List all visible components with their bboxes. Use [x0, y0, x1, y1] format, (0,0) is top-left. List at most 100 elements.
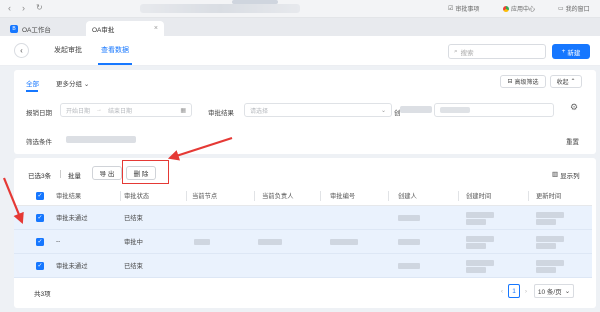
browser-item-label: 审批事项 — [455, 7, 480, 13]
blurred-cell — [194, 239, 210, 245]
show-columns-label: 显示列 — [560, 173, 580, 180]
advanced-filter-button[interactable]: ⊟ 高级筛选 — [500, 75, 546, 88]
selected-count: 已选3条 — [28, 173, 52, 180]
col-divider — [320, 191, 321, 201]
tab-oa-workbench[interactable]: B OA工作台 — [4, 21, 57, 36]
chevron-up-icon: ⌃ — [570, 79, 576, 85]
range-arrow-icon: → — [96, 107, 103, 113]
next-page-icon[interactable]: › — [522, 284, 530, 298]
export-button[interactable]: 导 出 — [92, 166, 122, 180]
col-divider — [458, 191, 459, 201]
blurred-cell — [398, 215, 420, 221]
blurred-conditions — [66, 136, 136, 143]
result-select[interactable]: 请选择 ⌄ — [244, 103, 392, 117]
nav-start-approval[interactable]: 发起审批 — [54, 45, 82, 55]
browser-reload-icon[interactable]: ↻ — [36, 3, 43, 12]
blurred-cell — [466, 267, 486, 273]
creator-select[interactable] — [434, 103, 554, 117]
row-checkbox[interactable]: ✓ — [36, 214, 44, 222]
search-input[interactable]: ⌕ 搜索 — [448, 44, 546, 59]
app-header: ‹ 发起审批 查看数据 ⌕ 搜索 + 新建 — [0, 36, 600, 66]
blurred-cell — [466, 243, 486, 249]
new-button[interactable]: + 新建 — [552, 44, 590, 59]
nav-view-data[interactable]: 查看数据 — [101, 45, 129, 55]
blurred-cell — [466, 219, 486, 225]
filter-tab-more-groups[interactable]: 更多分组 ⌄ — [56, 78, 89, 88]
cell-status: 已结束 — [124, 215, 143, 222]
col-divider — [254, 191, 255, 201]
prev-page-icon[interactable]: ‹ — [498, 284, 506, 298]
table-row[interactable]: ✓ -- 审批中 — [14, 230, 592, 254]
col-approval-no: 审批编号 — [330, 193, 356, 200]
address-bar-blur — [232, 0, 278, 4]
nav-active-indicator — [98, 63, 132, 65]
calendar-icon: ▦ — [180, 107, 186, 114]
filter-tab-all[interactable]: 全部 — [26, 78, 39, 88]
settings-icon[interactable]: ⚙ — [570, 102, 578, 113]
tab-oa-approval[interactable]: OA审批 × — [86, 21, 164, 36]
blurred-cell — [466, 260, 494, 266]
address-bar[interactable] — [140, 4, 300, 13]
app-center-icon — [503, 5, 509, 12]
collapse-button[interactable]: 收起 ⌃ — [550, 75, 582, 88]
col-divider — [120, 191, 121, 201]
browser-item-approvals[interactable]: ☑ 审批事项 — [448, 4, 479, 13]
blurred-field-label — [400, 106, 432, 113]
browser-item-label: 应用中心 — [511, 7, 536, 13]
cell-result: -- — [56, 238, 61, 245]
cell-result: 审批未通过 — [56, 215, 88, 222]
filter-tab-label: 更多分组 — [56, 81, 82, 88]
search-icon: ⌕ — [454, 47, 458, 55]
table-row[interactable]: ✓ 审批未通过 已结束 — [14, 206, 592, 230]
select-all-checkbox[interactable]: ✓ — [36, 192, 44, 200]
page-1-button[interactable]: 1 — [508, 284, 520, 298]
blurred-cell — [536, 219, 556, 225]
col-current-node: 当前节点 — [192, 193, 218, 200]
new-button-label: 新建 — [567, 49, 581, 57]
cell-result: 审批未通过 — [56, 263, 88, 270]
col-divider — [528, 191, 529, 201]
row-checkbox[interactable]: ✓ — [36, 238, 44, 246]
blurred-cell — [398, 263, 420, 269]
browser-item-label: 我的窗口 — [565, 7, 590, 13]
date-range-picker[interactable]: 开始日期 → 结束日期 ▦ — [60, 103, 192, 117]
blurred-cell — [536, 260, 564, 266]
delete-button[interactable]: 删 除 — [126, 166, 156, 180]
start-date-placeholder: 开始日期 — [66, 108, 91, 115]
show-columns-button[interactable]: ▥ 显示列 — [552, 170, 580, 180]
col-creator: 创建人 — [398, 193, 417, 200]
divider — [60, 170, 61, 178]
browser-back-icon[interactable]: ‹ — [8, 3, 11, 13]
browser-forward-icon[interactable]: › — [22, 3, 25, 13]
filter-icon: ⊟ — [507, 79, 513, 85]
blurred-cell — [536, 236, 564, 242]
filter-tab-indicator — [26, 90, 38, 92]
page-size-select[interactable]: 10 条/页 ⌄ — [534, 284, 574, 298]
columns-icon: ▥ — [552, 171, 559, 178]
row-checkbox[interactable]: ✓ — [36, 262, 44, 270]
plus-icon: + — [561, 48, 566, 55]
result-placeholder: 请选择 — [250, 108, 269, 115]
date-label: 报销日期 — [26, 110, 52, 117]
tab-label: OA审批 — [92, 26, 115, 34]
conditions-label: 筛选条件 — [26, 139, 52, 146]
close-icon[interactable]: × — [154, 25, 158, 32]
tab-label: OA工作台 — [22, 26, 51, 34]
blurred-cell — [466, 212, 494, 218]
approval-icon: ☑ — [448, 6, 454, 12]
reset-button[interactable]: 重置 — [566, 136, 579, 146]
col-created-time: 创建时间 — [466, 193, 492, 200]
blurred-cell — [330, 239, 358, 245]
table-row[interactable]: ✓ 审批未通过 已结束 — [14, 254, 592, 278]
blurred-cell — [466, 236, 494, 242]
total-count: 共3项 — [34, 291, 51, 298]
blurred-cell — [398, 239, 420, 245]
chevron-down-icon: ⌄ — [83, 81, 90, 88]
col-divider — [388, 191, 389, 201]
page-size-label: 10 条/页 — [537, 289, 562, 296]
result-label: 审批结果 — [208, 110, 234, 117]
browser-item-my-window[interactable]: ▭ 我的窗口 — [558, 4, 590, 13]
chevron-down-icon: ⌄ — [380, 107, 386, 114]
back-button[interactable]: ‹ — [14, 43, 29, 58]
browser-item-app-center[interactable]: 应用中心 — [503, 4, 535, 13]
